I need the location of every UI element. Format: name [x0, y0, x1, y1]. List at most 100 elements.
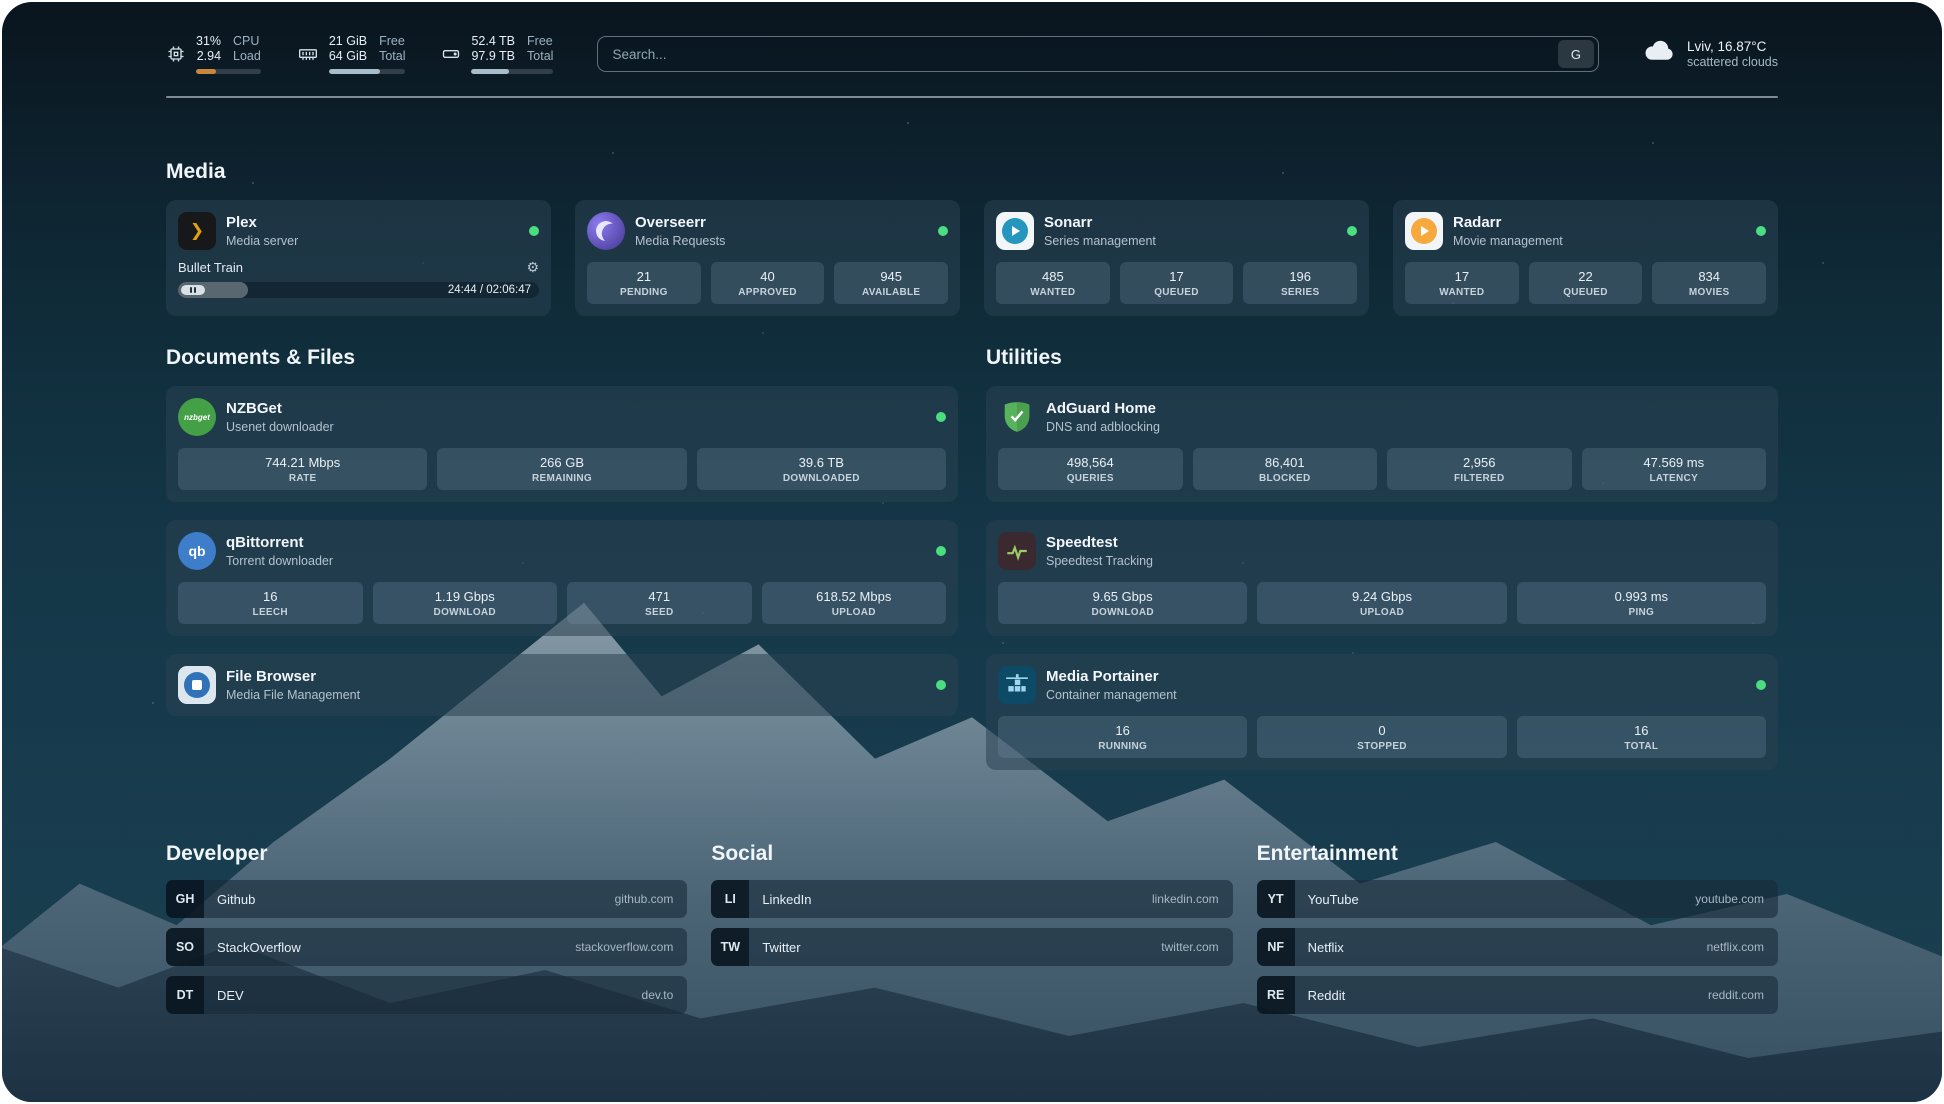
documents-section-title: Documents & Files: [166, 346, 958, 370]
status-dot: [529, 226, 539, 236]
bookmark-name: Twitter: [749, 940, 800, 955]
stat-download: 9.65 Gbps DOWNLOAD: [998, 582, 1247, 624]
disk-free-value: 52.4 TB: [471, 34, 515, 49]
bookmark-abbr: YT: [1257, 880, 1295, 918]
now-playing-title: Bullet Train: [178, 260, 243, 275]
qbittorrent-card[interactable]: qb qBittorrent Torrent downloader 16 LEE…: [166, 520, 958, 636]
cpu-progress-bar: [196, 69, 261, 74]
bookmark-netflix[interactable]: NF Netflix netflix.com: [1257, 928, 1778, 966]
bookmark-name: DEV: [204, 988, 244, 1003]
qbittorrent-icon: qb: [178, 532, 216, 570]
adguard-card[interactable]: AdGuard Home DNS and adblocking 498,564 …: [986, 386, 1778, 502]
memory-progress-bar: [329, 69, 406, 74]
disk-progress-fill: [471, 69, 509, 74]
stat-upload: 9.24 Gbps UPLOAD: [1257, 582, 1506, 624]
nzbget-card[interactable]: nzbget NZBGet Usenet downloader 744.21 M…: [166, 386, 958, 502]
plex-card[interactable]: ❯ Plex Media server Bullet Train ⚙: [166, 200, 551, 316]
stat-approved: 40 APPROVED: [711, 262, 825, 304]
cloud-icon: [1643, 39, 1677, 70]
overseerr-icon: [587, 212, 625, 250]
bookmark-stackoverflow[interactable]: SO StackOverflow stackoverflow.com: [166, 928, 687, 966]
search-input[interactable]: [598, 47, 1558, 62]
disk-total-label: Total: [527, 49, 553, 64]
portainer-icon: [998, 666, 1036, 704]
plex-icon: ❯: [178, 212, 216, 250]
stat-downloaded: 39.6 TB DOWNLOADED: [697, 448, 946, 490]
bookmark-url: reddit.com: [1708, 988, 1778, 1002]
service-name: Overseerr: [635, 214, 725, 232]
media-section-title: Media: [166, 160, 1778, 184]
service-subtitle: Movie management: [1453, 233, 1563, 249]
radarr-icon: [1405, 212, 1443, 250]
stat-leech: 16 LEECH: [178, 582, 363, 624]
entertainment-section-title: Entertainment: [1257, 842, 1778, 866]
social-section-title: Social: [711, 842, 1232, 866]
section-media: Media ❯ Plex Media server Bullet Train ⚙: [166, 160, 1778, 316]
stat-stopped: 0 STOPPED: [1257, 716, 1506, 758]
header: 31% CPU 2.94 Load: [166, 34, 1778, 74]
nzbget-icon: nzbget: [178, 398, 216, 436]
bookmark-name: Reddit: [1295, 988, 1346, 1003]
stat-blocked: 86,401 BLOCKED: [1193, 448, 1378, 490]
cpu-load-label: Load: [233, 49, 261, 64]
cpu-stats: 31% CPU 2.94 Load: [196, 34, 261, 74]
pause-button[interactable]: [181, 285, 205, 295]
bookmark-reddit[interactable]: RE Reddit reddit.com: [1257, 976, 1778, 1014]
dashboard-screen: 31% CPU 2.94 Load: [2, 2, 1942, 1102]
section-utilities: Utilities AdGuard Home DNS and: [986, 346, 1778, 770]
portainer-card[interactable]: Media Portainer Container management 16 …: [986, 654, 1778, 770]
stat-wanted: 17 WANTED: [1405, 262, 1519, 304]
filebrowser-icon: [178, 666, 216, 704]
playback-progress-bar[interactable]: 24:44 / 02:06:47: [178, 282, 539, 298]
bookmark-abbr: SO: [166, 928, 204, 966]
service-name: AdGuard Home: [1046, 400, 1160, 418]
speedtest-card[interactable]: Speedtest Speedtest Tracking 9.65 Gbps D…: [986, 520, 1778, 636]
stat-rate: 744.21 Mbps RATE: [178, 448, 427, 490]
disk-widget: 52.4 TB Free 97.9 TB Total: [441, 34, 553, 74]
stat-remaining: 266 GB REMAINING: [437, 448, 686, 490]
settings-gear-icon[interactable]: ⚙: [526, 261, 539, 275]
overseerr-card[interactable]: Overseerr Media Requests 21 PENDING 40 A…: [575, 200, 960, 316]
service-name: qBittorrent: [226, 534, 333, 552]
bookmark-name: Github: [204, 892, 255, 907]
status-dot: [1756, 680, 1766, 690]
stat-upload: 618.52 Mbps UPLOAD: [762, 582, 947, 624]
speedtest-icon: [998, 532, 1036, 570]
search-provider-button[interactable]: G: [1558, 40, 1594, 68]
bookmark-github[interactable]: GH Github github.com: [166, 880, 687, 918]
bookmark-url: twitter.com: [1161, 940, 1232, 954]
bookmark-name: LinkedIn: [749, 892, 811, 907]
disk-progress-bar: [471, 69, 553, 74]
sonarr-card[interactable]: Sonarr Series management 485 WANTED 17 Q…: [984, 200, 1369, 316]
radarr-card[interactable]: Radarr Movie management 17 WANTED 22 QUE…: [1393, 200, 1778, 316]
disk-stats: 52.4 TB Free 97.9 TB Total: [471, 34, 553, 74]
service-subtitle: Speedtest Tracking: [1046, 553, 1153, 569]
bookmark-abbr: TW: [711, 928, 749, 966]
service-name: Speedtest: [1046, 534, 1153, 552]
bookmark-dev[interactable]: DT DEV dev.to: [166, 976, 687, 1014]
bookmark-twitter[interactable]: TW Twitter twitter.com: [711, 928, 1232, 966]
status-dot: [1347, 226, 1357, 236]
bookmark-youtube[interactable]: YT YouTube youtube.com: [1257, 880, 1778, 918]
bookmark-linkedin[interactable]: LI LinkedIn linkedin.com: [711, 880, 1232, 918]
cpu-progress-fill: [196, 69, 216, 74]
disk-free-label: Free: [527, 34, 553, 49]
bookmark-url: youtube.com: [1695, 892, 1778, 906]
bookmark-group-developer: Developer GH Github github.com SO StackO…: [166, 842, 687, 1024]
weather-condition: scattered clouds: [1687, 55, 1778, 69]
service-name: Radarr: [1453, 214, 1563, 232]
memory-total-label: Total: [379, 49, 405, 64]
resource-widgets: 31% CPU 2.94 Load: [166, 34, 553, 74]
weather-widget: Lviv, 16.87°C scattered clouds: [1643, 39, 1778, 70]
service-name: Plex: [226, 214, 298, 232]
cpu-usage-label: CPU: [233, 34, 261, 49]
service-name: File Browser: [226, 668, 360, 686]
bookmark-name: YouTube: [1295, 892, 1359, 907]
search-bar: G: [597, 36, 1599, 72]
section-documents: Documents & Files nzbget NZBGet Usenet d…: [166, 346, 958, 770]
filebrowser-card[interactable]: File Browser Media File Management: [166, 654, 958, 716]
service-subtitle: Container management: [1046, 687, 1177, 703]
disk-icon: [441, 44, 461, 64]
weather-location: Lviv, 16.87°C: [1687, 39, 1778, 54]
memory-total-value: 64 GiB: [329, 49, 367, 64]
